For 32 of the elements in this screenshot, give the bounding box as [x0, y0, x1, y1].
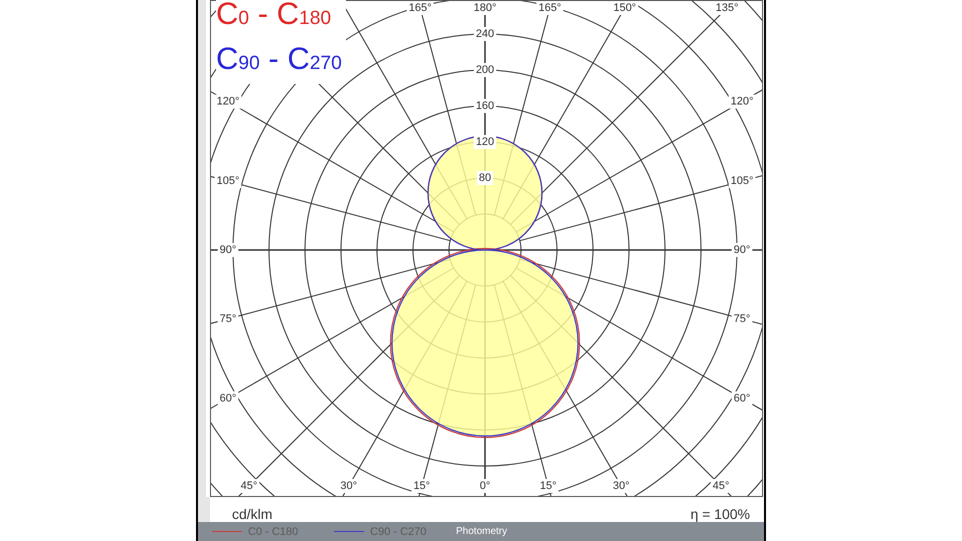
angle-label: 150°	[613, 2, 636, 14]
angle-label: 30°	[340, 480, 358, 492]
angle-label: 60°	[220, 392, 236, 404]
angle-label: 165°	[408, 2, 432, 14]
angle-label: 45°	[712, 480, 730, 492]
ring-value-label: 160	[476, 100, 494, 112]
angle-label: 135°	[716, 2, 738, 14]
caption-label: Photometry	[456, 526, 508, 537]
angle-label: 120°	[216, 96, 240, 108]
angle-label: 165°	[538, 2, 562, 14]
angle-label: 75°	[220, 312, 236, 325]
legend-label: C0 - C180	[248, 526, 298, 538]
unit-label: cd/klm	[232, 506, 272, 522]
ring-value-label: 200	[476, 64, 494, 76]
angle-label: 105°	[730, 175, 754, 188]
angle-label: 90°	[734, 244, 750, 256]
angle-label: 30°	[612, 480, 630, 492]
ring-value-label: 80	[478, 172, 492, 184]
angle-label: 120°	[730, 96, 754, 108]
ring-value-label: 240	[476, 28, 494, 40]
legend-label: C90 - C270	[370, 526, 426, 538]
angle-label: 15°	[413, 480, 430, 492]
angle-label: 180°	[474, 2, 496, 14]
angle-label: 15°	[540, 480, 557, 492]
angle-label: 105°	[216, 175, 240, 188]
angle-label: 75°	[734, 312, 750, 325]
efficiency-label: η = 100%	[690, 506, 750, 522]
angle-label: 0°	[480, 480, 490, 492]
ring-value-label: 120	[476, 136, 494, 148]
angle-label: 60°	[734, 392, 750, 404]
angle-label: 90°	[220, 244, 236, 256]
angle-label: 45°	[240, 480, 258, 492]
